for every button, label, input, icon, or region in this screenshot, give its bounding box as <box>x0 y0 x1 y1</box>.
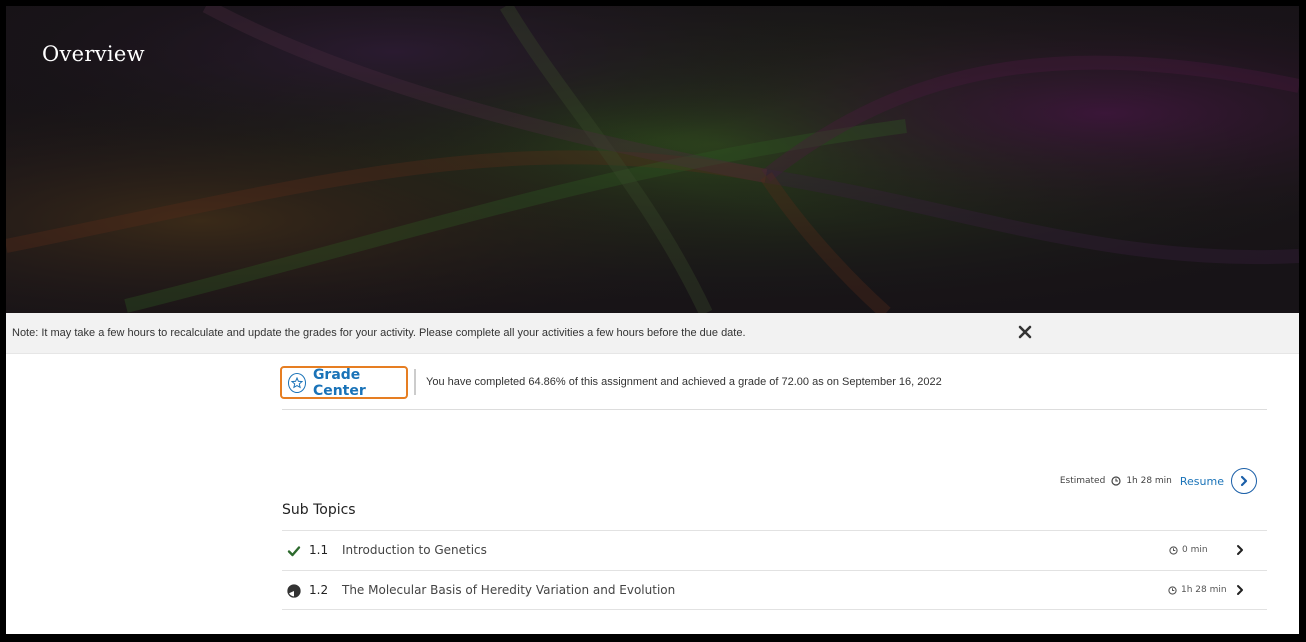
page-frame: Overview Note: It may take a few hours t… <box>6 6 1299 634</box>
star-icon <box>288 372 306 393</box>
estimated-label: Estimated <box>1059 476 1106 486</box>
clock-icon <box>1169 545 1178 555</box>
chevron-right-icon <box>1240 475 1248 487</box>
resume-link[interactable]: Resume <box>1180 475 1224 488</box>
resume-row: Estimated 1h 28 min Resume <box>1060 466 1257 496</box>
subtopic-duration: 0 min <box>1169 545 1208 555</box>
subtopic-duration: 1h 28 min <box>1168 585 1227 595</box>
subtopics-heading: Sub Topics <box>282 502 356 518</box>
subtopic-row[interactable]: 1.2 The Molecular Basis of Heredity Vari… <box>282 571 1267 610</box>
divider <box>282 409 1267 410</box>
close-icon[interactable] <box>1018 325 1032 339</box>
page-title: Overview <box>42 42 145 66</box>
grade-status-message: You have completed 64.86% of this assign… <box>426 376 942 388</box>
clock-icon <box>1111 476 1121 486</box>
note-text: Note: It may take a few hours to recalcu… <box>12 327 746 339</box>
grade-note-banner: Note: It may take a few hours to recalcu… <box>6 313 1299 354</box>
grade-center-label: Grade Center <box>312 366 366 399</box>
hero-background <box>6 6 1299 313</box>
subtopic-number: 1.1 <box>309 543 329 557</box>
resume-button[interactable] <box>1231 468 1257 494</box>
grade-center-button[interactable]: Grade Center <box>280 366 408 399</box>
half-progress-icon <box>287 584 301 598</box>
subtopic-name: Introduction to Genetics <box>342 543 487 557</box>
estimated-time: 1h 28 min <box>1126 476 1172 486</box>
subtopic-time: 1h 28 min <box>1181 585 1227 595</box>
clock-icon <box>1168 585 1177 595</box>
subtopic-name: The Molecular Basis of Heredity Variatio… <box>342 583 676 597</box>
divider <box>414 369 416 395</box>
subtopic-time: 0 min <box>1182 545 1208 555</box>
chevron-right-icon[interactable] <box>1235 584 1245 596</box>
chevron-right-icon[interactable] <box>1235 544 1245 556</box>
subtopic-number: 1.2 <box>309 583 329 597</box>
subtopic-row[interactable]: 1.1 Introduction to Genetics 0 min <box>282 531 1267 570</box>
checkmark-icon <box>287 546 301 557</box>
hero-banner: Overview <box>6 6 1299 313</box>
divider <box>282 609 1267 610</box>
